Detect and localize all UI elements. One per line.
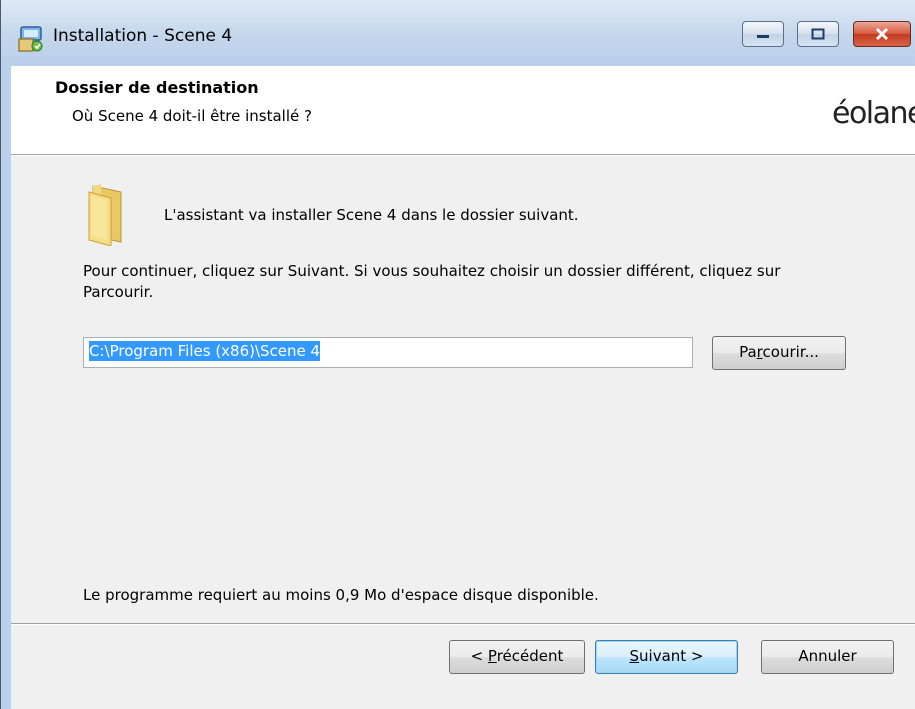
folder-icon xyxy=(77,182,133,247)
previous-button[interactable]: < Précédent xyxy=(449,640,585,674)
prev-label-pre: < xyxy=(470,647,488,665)
browse-label-post: courir... xyxy=(762,343,819,361)
close-icon xyxy=(875,27,889,41)
disk-space-text: Le programme requiert au moins 0,9 Mo d'… xyxy=(83,586,599,604)
close-button[interactable] xyxy=(853,21,911,47)
next-label-post: uivant > xyxy=(639,647,704,665)
maximize-icon xyxy=(811,28,825,40)
path-value: C:\Program Files (x86)\Scene 4 xyxy=(89,341,321,361)
maximize-button[interactable] xyxy=(797,21,839,47)
page-title: Dossier de destination xyxy=(55,78,259,97)
prev-label-post: récédent xyxy=(496,647,564,665)
window-title: Installation - Scene 4 xyxy=(53,26,233,46)
intro-text: L'assistant va installer Scene 4 dans le… xyxy=(164,206,579,224)
dialog-client-area: Dossier de destination Où Scene 4 doit-i… xyxy=(11,66,915,709)
minimize-icon xyxy=(757,35,769,38)
installer-window: Installation - Scene 4 Dossier de destin… xyxy=(0,0,915,709)
browse-label-pre: Pa xyxy=(739,343,757,361)
minimize-button[interactable] xyxy=(742,21,784,47)
destination-path-input[interactable]: C:\Program Files (x86)\Scene 4 xyxy=(83,337,693,368)
next-button[interactable]: Suivant > xyxy=(595,640,738,674)
footer-divider xyxy=(11,623,915,625)
brand-logo: éolane xyxy=(831,96,915,131)
browse-button[interactable]: Parcourir... xyxy=(712,336,846,370)
installer-icon xyxy=(17,25,45,53)
next-label-mnemonic: S xyxy=(629,647,640,665)
wizard-header: Dossier de destination Où Scene 4 doit-i… xyxy=(11,66,915,154)
page-subtitle: Où Scene 4 doit-il être installé ? xyxy=(72,107,312,125)
instructions-text: Pour continuer, cliquez sur Suivant. Si … xyxy=(83,262,781,301)
header-divider xyxy=(11,154,915,156)
cancel-button[interactable]: Annuler xyxy=(761,640,894,674)
title-bar[interactable]: Installation - Scene 4 xyxy=(1,0,915,66)
prev-label-mnemonic: P xyxy=(487,647,497,665)
